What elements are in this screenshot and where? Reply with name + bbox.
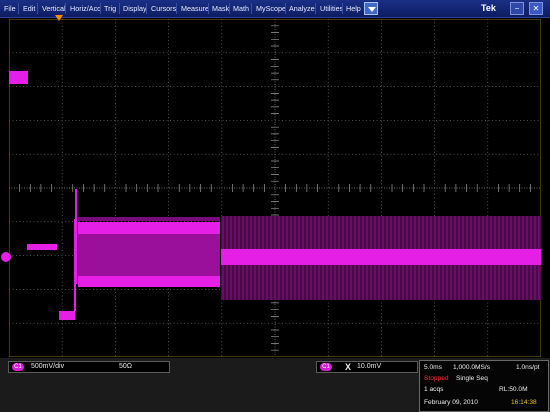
menu-horiz-acq[interactable]: Horiz/Acq: [70, 0, 101, 17]
menu-separator: [100, 3, 101, 14]
record-length: RL:50.0M: [499, 386, 528, 393]
menu-separator: [208, 3, 209, 14]
menu-separator: [176, 3, 177, 14]
menu-separator: [37, 3, 38, 14]
status-panel: C1 500mV/div 50Ω C1 X 10.0mV 5.0ms 1,000…: [0, 358, 550, 412]
clock-time: 16:14:38: [511, 399, 537, 406]
menu-separator: [251, 3, 252, 14]
menu-edit[interactable]: Edit: [23, 0, 35, 17]
menu-separator: [146, 3, 147, 14]
acquisition-count: 1 acqs: [424, 386, 444, 393]
waveform-settled-level: [221, 249, 541, 265]
grid-center-axes: [9, 19, 541, 357]
menu-trig[interactable]: Trig: [104, 0, 116, 17]
trigger-position-marker[interactable]: [55, 15, 63, 23]
chevron-down-icon: [368, 7, 376, 12]
menu-separator: [65, 3, 66, 14]
waveform-first-level: [27, 244, 57, 250]
channel1-scale: 500mV/div: [31, 363, 65, 370]
menu-cursors[interactable]: Cursors: [151, 0, 176, 17]
menu-measure[interactable]: Measure: [181, 0, 209, 17]
channel1-termination: 50Ω: [119, 363, 133, 370]
channel1-badge: C1: [12, 363, 24, 371]
menu-separator: [119, 3, 120, 14]
waveform-burst-fringe: [78, 217, 220, 221]
timebase: 5.0ms: [424, 364, 442, 371]
acquisition-readout[interactable]: 5.0ms 1,000.0MS/s 1.0ns/pt Stopped Singl…: [419, 360, 549, 412]
date: February 09, 2010: [424, 399, 478, 406]
brand-logo: Tek: [481, 3, 496, 13]
menu-file[interactable]: File: [4, 0, 16, 17]
channel1-readout[interactable]: C1 500mV/div 50Ω: [8, 361, 170, 373]
trigger-level: 10.0mV: [357, 363, 382, 370]
menu-mask[interactable]: Mask: [212, 0, 229, 17]
trigger-source-badge: C1: [320, 363, 332, 371]
menu-separator: [229, 3, 230, 14]
time-resolution: 1.0ns/pt: [516, 364, 540, 371]
menu-display[interactable]: Display: [123, 0, 147, 17]
menu-bar: File Edit Vertical Horiz/Acq Trig Displa…: [0, 0, 550, 18]
acquisition-mode: Single Seq: [456, 375, 488, 382]
menu-analyze[interactable]: Analyze: [289, 0, 315, 17]
menu-myscope[interactable]: MyScope: [256, 0, 286, 17]
menu-dropdown-button[interactable]: [364, 2, 378, 15]
menu-help[interactable]: Help: [346, 0, 361, 17]
menu-separator: [285, 3, 286, 14]
waveform-display[interactable]: [8, 18, 542, 358]
menu-math[interactable]: Math: [233, 0, 249, 17]
trigger-readout[interactable]: C1 X 10.0mV: [316, 361, 418, 373]
menu-separator: [18, 3, 19, 14]
waveform-low-pulse: [59, 311, 75, 320]
acquisition-state: Stopped: [424, 375, 449, 382]
graticule-svg: [8, 18, 542, 358]
channel1-ground-marker[interactable]: [0, 250, 14, 264]
menu-separator: [315, 3, 316, 14]
waveform-initial-pulse: [8, 71, 28, 84]
waveform-burst-bottom: [78, 276, 220, 287]
trigger-slope-icon: X: [345, 362, 352, 372]
sample-rate: 1,000.0MS/s: [453, 364, 491, 371]
minimize-button[interactable]: −: [510, 2, 524, 15]
waveform-burst-top: [78, 222, 220, 234]
menu-separator: [342, 3, 343, 14]
close-button[interactable]: ✕: [529, 2, 543, 15]
menu-utilities[interactable]: Utilities: [320, 0, 343, 17]
